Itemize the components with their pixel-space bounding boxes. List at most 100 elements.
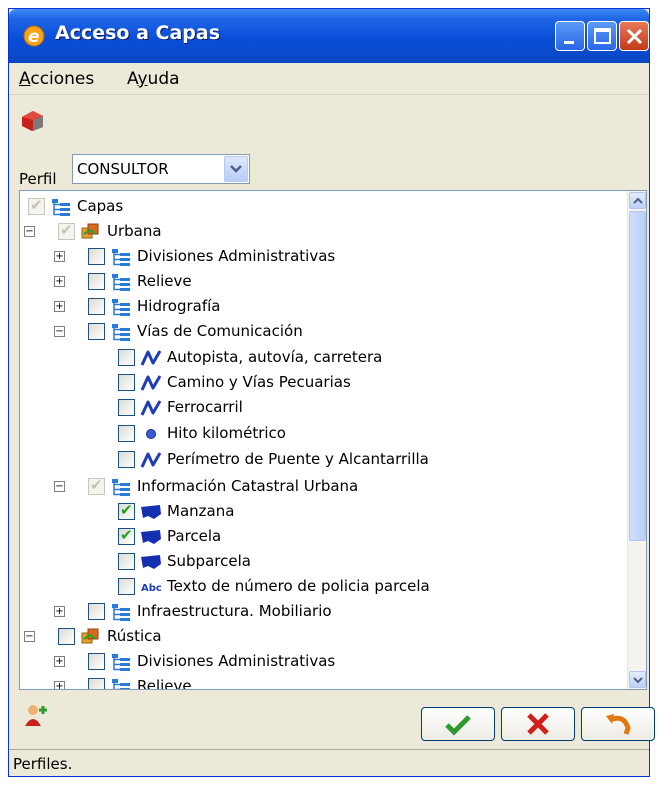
tree-row[interactable]: Abc Texto de número de policia parcela (20, 574, 626, 599)
scroll-down-button[interactable] (629, 671, 646, 688)
tree-rows: Capas−Urbana+Divisiones Administrativas+… (20, 191, 628, 689)
maximize-icon (594, 28, 611, 44)
tree-row-label: Relieve (137, 272, 192, 290)
expand-icon[interactable]: + (54, 276, 65, 287)
expand-icon[interactable]: + (54, 301, 65, 312)
menu-ayuda[interactable]: Ayuda (127, 69, 180, 89)
tree-row[interactable]: Autopista, autovía, carretera (20, 345, 626, 370)
add-user-icon[interactable] (23, 702, 49, 728)
expand-icon[interactable]: + (54, 656, 65, 667)
undo-button[interactable] (581, 707, 655, 741)
tree-row[interactable]: Camino y Vías Pecuarias (20, 370, 626, 395)
tree-row[interactable]: Subparcela (20, 549, 626, 574)
layer-checkbox[interactable] (118, 451, 135, 468)
menu-acciones[interactable]: Acciones (19, 69, 94, 89)
tree-row[interactable]: Hito kilométrico (20, 421, 626, 446)
tree-row[interactable]: + Divisiones Administrativas (20, 649, 626, 674)
point-layer-icon (140, 424, 162, 444)
perfil-dropdown[interactable]: CONSULTOR (72, 154, 250, 184)
tree-row-label: Hidrografía (137, 297, 221, 315)
layer-checkbox (28, 196, 45, 215)
collapse-icon[interactable]: − (24, 226, 35, 237)
accept-button[interactable] (421, 707, 495, 741)
tree-row[interactable]: Manzana (20, 499, 626, 524)
layer-checkbox[interactable] (118, 425, 135, 442)
expand-icon[interactable]: + (54, 251, 65, 262)
tree-row-label: Vías de Comunicación (137, 322, 303, 340)
scroll-thumb[interactable] (629, 211, 646, 541)
layers-tree-icon (110, 677, 132, 689)
layer-checkbox[interactable] (58, 628, 75, 645)
tree-row[interactable]: Capas (20, 194, 626, 219)
profile-tool-icon[interactable] (19, 107, 47, 133)
tree-row-label: Subparcela (167, 552, 251, 570)
tree-row[interactable]: − Rústica (20, 624, 626, 649)
cross-icon (527, 713, 549, 735)
chevron-down-icon (230, 165, 242, 173)
maximize-button[interactable] (587, 21, 617, 51)
polygon-layer-icon (140, 552, 162, 572)
tree-row[interactable]: + Relieve (20, 269, 626, 294)
layer-checkbox (58, 221, 75, 240)
collapse-icon[interactable]: − (24, 631, 35, 642)
layer-checkbox[interactable] (118, 399, 135, 416)
tree-row-label: Capas (77, 197, 124, 215)
layer-checkbox[interactable] (118, 578, 135, 595)
layer-checkbox[interactable] (88, 323, 105, 340)
tree-row[interactable]: Perímetro de Puente y Alcantarrilla (20, 447, 626, 472)
vertical-scrollbar[interactable] (627, 191, 646, 689)
close-button[interactable] (619, 21, 649, 51)
layers-tree-icon (110, 602, 132, 622)
tree-row[interactable]: − Urbana (20, 219, 626, 244)
tree-row[interactable]: − Información Catastral Urbana (20, 474, 626, 499)
tree-row[interactable]: + Hidrografía (20, 294, 626, 319)
window-title: Acceso a Capas (55, 22, 221, 44)
tree-row-label: Texto de número de policia parcela (167, 577, 430, 595)
title-bar[interactable]: e Acceso a Capas (9, 9, 649, 63)
tree-row[interactable]: + Infraestructura. Mobiliario (20, 599, 626, 624)
collapse-icon[interactable]: − (54, 481, 65, 492)
cancel-button[interactable] (501, 707, 575, 741)
layer-checkbox[interactable] (118, 526, 135, 545)
tree-row[interactable]: Parcela (20, 524, 626, 549)
layers-tree-icon (110, 247, 132, 267)
layers-tree-icon (110, 477, 132, 497)
layer-group-icon (80, 627, 102, 647)
tree-row-label: Información Catastral Urbana (137, 477, 359, 495)
layer-checkbox[interactable] (118, 349, 135, 366)
layers-tree[interactable]: Capas−Urbana+Divisiones Administrativas+… (19, 190, 647, 690)
tree-row[interactable]: + Relieve (20, 674, 626, 689)
tree-row[interactable]: − Vías de Comunicación (20, 319, 626, 344)
layer-checkbox[interactable] (118, 374, 135, 391)
scroll-up-button[interactable] (629, 192, 646, 209)
status-text: Perfiles. (13, 755, 73, 773)
layer-checkbox[interactable] (88, 678, 105, 689)
layers-tree-icon (110, 297, 132, 317)
tree-row-label: Manzana (167, 502, 235, 520)
layers-tree-icon (50, 197, 72, 217)
layer-checkbox[interactable] (88, 298, 105, 315)
expand-icon[interactable]: + (54, 681, 65, 689)
perfil-label: Perfil (19, 170, 57, 188)
tree-row[interactable]: Ferrocarril (20, 395, 626, 420)
menu-bar: Acciones Ayuda (9, 63, 649, 95)
expand-icon[interactable]: + (54, 606, 65, 617)
layer-checkbox[interactable] (88, 273, 105, 290)
perfil-value: CONSULTOR (77, 160, 169, 178)
tree-row-label: Infraestructura. Mobiliario (137, 602, 332, 620)
tree-row-label: Camino y Vías Pecuarias (167, 373, 351, 391)
line-layer-icon (140, 398, 162, 418)
line-layer-icon (140, 348, 162, 368)
tree-row[interactable]: + Divisiones Administrativas (20, 244, 626, 269)
layer-checkbox[interactable] (88, 603, 105, 620)
dropdown-arrow-button[interactable] (224, 156, 248, 182)
layer-checkbox[interactable] (88, 653, 105, 670)
layers-tree-icon (110, 322, 132, 342)
layer-checkbox[interactable] (118, 501, 135, 520)
minimize-button[interactable] (555, 21, 585, 51)
chevron-down-icon (633, 677, 643, 684)
layer-checkbox[interactable] (118, 553, 135, 570)
collapse-icon[interactable]: − (54, 326, 65, 337)
minimize-icon (564, 41, 574, 44)
layer-checkbox[interactable] (88, 248, 105, 265)
